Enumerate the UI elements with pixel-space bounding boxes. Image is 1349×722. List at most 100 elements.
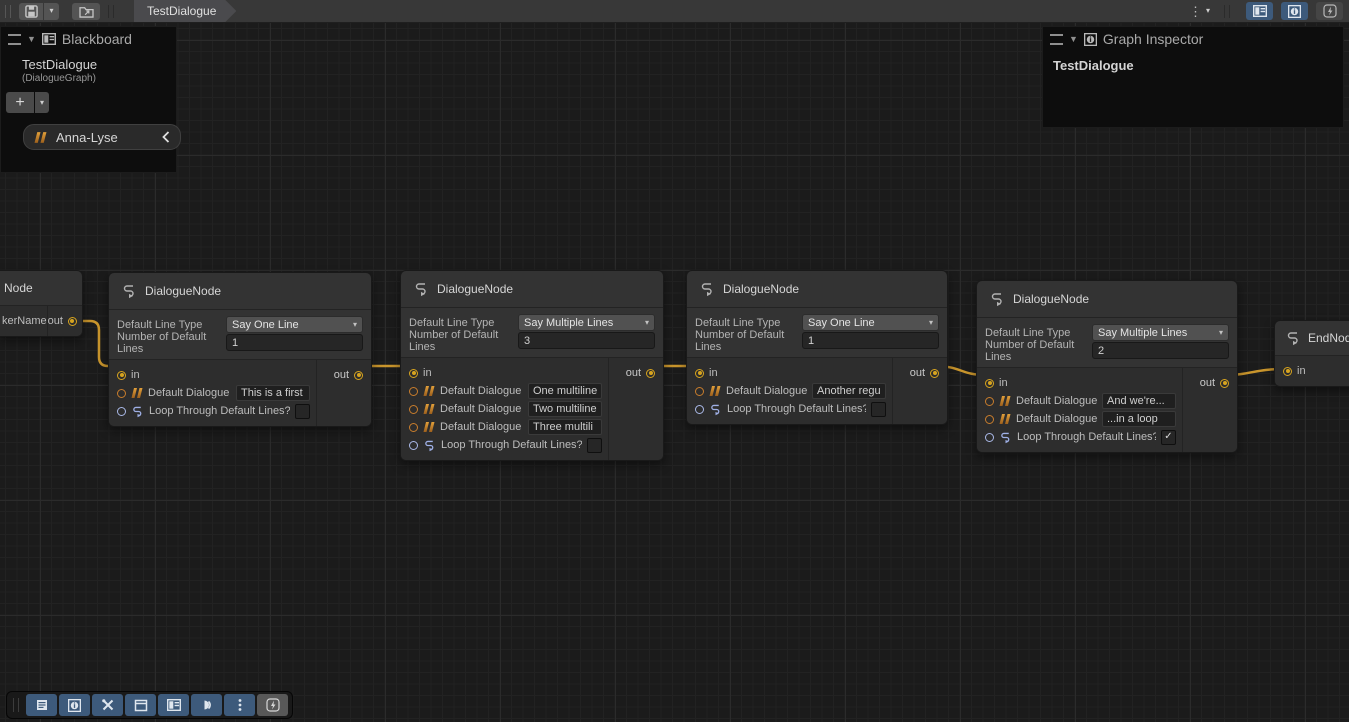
string-port[interactable] [409,423,418,432]
default-line-type-dropdown[interactable]: Say Multiple Lines ▾ [1092,324,1229,341]
dock-drag-handle[interactable] [13,698,19,712]
start-node[interactable]: Node kerName out [0,270,83,337]
quote-icon [709,386,721,396]
in-port-label: in [999,377,1008,389]
loop-checkbox[interactable] [587,438,602,453]
top-toolbar: ▾ TestDialogue ⋮ ▾ [0,0,1349,23]
dialogue-line-field[interactable]: And we're... [1102,393,1176,409]
string-port[interactable] [117,389,126,398]
dialogue-node-2[interactable]: DialogueNode Default Line Type Say Multi… [400,270,664,461]
out-port-label: out [48,315,63,327]
more-overlay-button[interactable] [224,694,255,716]
play-overlay-icon [200,698,214,712]
overlay-menu-icon[interactable] [1050,34,1063,45]
chevron-down-icon: ▾ [929,319,933,327]
string-port[interactable] [985,397,994,406]
toggle-blackboard-button[interactable] [1246,2,1273,20]
out-port[interactable] [646,369,655,378]
string-port[interactable] [985,415,994,424]
graph-type: (DialogueGraph) [1,72,176,84]
dialogue-graph-icon [121,283,137,299]
dialogue-line-field[interactable]: Another regu [812,383,886,399]
string-port[interactable] [409,405,418,414]
dialogue-node-3[interactable]: DialogueNode Default Line Type Say One L… [686,270,948,425]
save-dropdown-button[interactable]: ▾ [44,3,59,20]
blackboard-icon [167,699,181,711]
toolbar-more-button[interactable]: ⋮ ▾ [1183,5,1216,18]
dialogue-node-1[interactable]: DialogueNode Default Line Type Say One L… [108,272,372,427]
loop-checkbox[interactable] [871,402,886,417]
string-port[interactable] [695,387,704,396]
port-label: Default Dialogue Line 2 [1016,413,1097,425]
inspector-icon [1288,5,1301,18]
port-label: Loop Through Default Lines? [441,439,582,451]
bool-port[interactable] [695,405,704,414]
blackboard-icon [42,33,56,45]
toolbar-drag-handle[interactable] [5,5,11,18]
foldout-arrow-icon[interactable]: ▼ [1069,35,1078,44]
number-of-lines-field[interactable]: 1 [802,332,939,349]
inspector-overlay-button[interactable] [59,694,90,716]
bolt-overlay-button[interactable] [257,694,288,716]
loop-graph-icon [999,431,1012,444]
string-port[interactable] [409,387,418,396]
node-title: Node [0,271,82,305]
overlay-dock-toolbar [6,691,293,719]
out-port-label: out [1200,377,1215,389]
number-of-lines-field[interactable]: 2 [1092,342,1229,359]
add-variable-button[interactable]: + [6,92,34,113]
bool-port[interactable] [985,433,994,442]
out-port[interactable] [1220,379,1229,388]
out-port[interactable] [354,371,363,380]
window-overlay-button[interactable] [125,694,156,716]
dialogue-line-field[interactable]: This is a first [236,385,310,401]
toggle-bolt-overlay-button[interactable] [1316,2,1343,20]
dialogue-line-field[interactable]: Two multiline [528,401,602,417]
variable-pill-anna-lyse[interactable]: Anna-Lyse [23,124,181,150]
blackboard-panel: ▼ Blackboard TestDialogue (DialogueGraph… [0,26,177,173]
toggle-inspector-button[interactable] [1281,2,1308,20]
default-line-type-dropdown[interactable]: Say One Line ▾ [226,316,363,333]
save-icon [25,5,38,18]
bool-port[interactable] [409,441,418,450]
in-port[interactable] [985,379,994,388]
out-port[interactable] [68,317,77,326]
bolt-icon [1323,4,1337,18]
default-line-type-dropdown[interactable]: Say Multiple Lines ▾ [518,314,655,331]
dialogue-node-4[interactable]: DialogueNode Default Line Type Say Multi… [976,280,1238,453]
breadcrumb[interactable]: TestDialogue [134,0,236,22]
foldout-arrow-icon[interactable]: ▼ [27,35,36,44]
port-label: Default Dialogue Line 1 [440,385,523,397]
save-button[interactable] [19,3,43,20]
loop-checkbox[interactable]: ✓ [1161,430,1176,445]
overlay-menu-icon[interactable] [8,34,21,45]
console-overlay-button[interactable] [26,694,57,716]
chevron-down-icon: ▾ [645,319,649,327]
in-port[interactable] [695,369,704,378]
console-icon [35,698,49,712]
play-overlay-button[interactable] [191,694,222,716]
bool-port[interactable] [117,407,126,416]
blackboard-overlay-button[interactable] [158,694,189,716]
dialogue-line-field[interactable]: One multiline [528,383,602,399]
out-port[interactable] [930,369,939,378]
chevron-left-icon[interactable] [162,131,170,143]
blackboard-icon [1253,5,1267,17]
loop-checkbox[interactable] [295,404,310,419]
number-of-lines-field[interactable]: 1 [226,334,363,351]
open-asset-button[interactable] [72,3,100,20]
dialogue-line-field[interactable]: Three multili [528,419,602,435]
panel-title: Blackboard [62,31,132,47]
in-port-label: in [709,367,718,379]
prop-label: Default Line Type [117,319,226,331]
in-port[interactable] [117,371,126,380]
dialogue-line-field[interactable]: ...in a loop [1102,411,1176,427]
add-variable-dropdown[interactable]: ▾ [35,92,49,113]
tools-overlay-button[interactable] [92,694,123,716]
in-port[interactable] [409,369,418,378]
end-node[interactable]: EndNode in [1274,320,1349,387]
default-line-type-dropdown[interactable]: Say One Line ▾ [802,314,939,331]
number-of-lines-field[interactable]: 3 [518,332,655,349]
chevron-down-icon: ▾ [40,99,44,107]
in-port[interactable] [1283,367,1292,376]
